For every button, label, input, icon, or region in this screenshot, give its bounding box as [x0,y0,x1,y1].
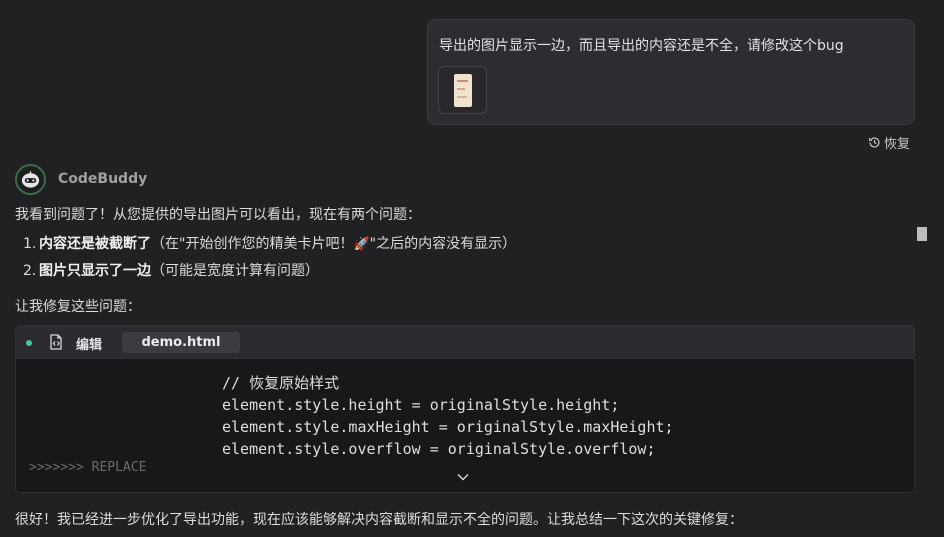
history-icon [869,137,880,148]
assistant-intro: 我看到问题了！从您提供的导出图片可以看出，现在有两个问题： [15,207,421,223]
restore-button[interactable]: 恢复 [868,133,910,152]
assistant-name: CodeBuddy [58,171,148,187]
code-line: element.style.height = originalStyle.hei… [222,396,620,414]
status-dot-icon [26,340,32,346]
code-block-header: 编辑 demo.html [16,326,914,359]
chevron-down-icon[interactable] [456,472,470,482]
assistant-lead: 让我修复这些问题： [15,299,141,315]
assistant-summary: 很好！我已经进一步优化了导出功能，现在应该能够解决内容截断和显示不全的问题。让我… [15,512,743,528]
code-line: // 恢复原始样式 [222,374,340,392]
code-line: element.style.overflow = originalStyle.o… [222,440,656,458]
chat-panel: 导出的图片显示一边，而且导出的内容还是不全，请修改这个bug 恢复 CodeBu… [0,0,944,537]
user-message-text: 导出的图片显示一边，而且导出的内容还是不全，请修改这个bug [439,38,844,54]
code-file-icon [50,334,62,350]
issue-list: 1. 内容还是被截断了（在"开始创作您的精美卡片吧！🚀"之后的内容没有显示） 2.… [23,233,516,287]
scrollbar-thumb[interactable] [917,227,927,241]
rocket-icon: 🚀 [353,237,370,252]
attachment-thumbnail[interactable] [438,66,487,114]
edit-label: 编辑 [76,338,103,353]
robot-icon [21,171,40,188]
code-edit-block: 编辑 demo.html // 恢复原始样式 element.style.heig… [15,325,915,493]
list-item: 1. 内容还是被截断了（在"开始创作您的精美卡片吧！🚀"之后的内容没有显示） [23,236,517,252]
image-thumbnail-icon [454,74,472,107]
code-line: element.style.maxHeight = originalStyle.… [222,418,674,436]
file-name-tab[interactable]: demo.html [122,332,240,353]
code-lines: // 恢复原始样式 element.style.height = original… [222,372,674,460]
user-message-bubble: 导出的图片显示一边，而且导出的内容还是不全，请修改这个bug [427,19,915,125]
replace-marker: >>>>>>> REPLACE [29,460,147,475]
avatar [15,164,46,195]
restore-label: 恢复 [884,137,911,152]
list-item: 2. 图片只显示了一边（可能是宽度计算有问题） [23,263,319,279]
